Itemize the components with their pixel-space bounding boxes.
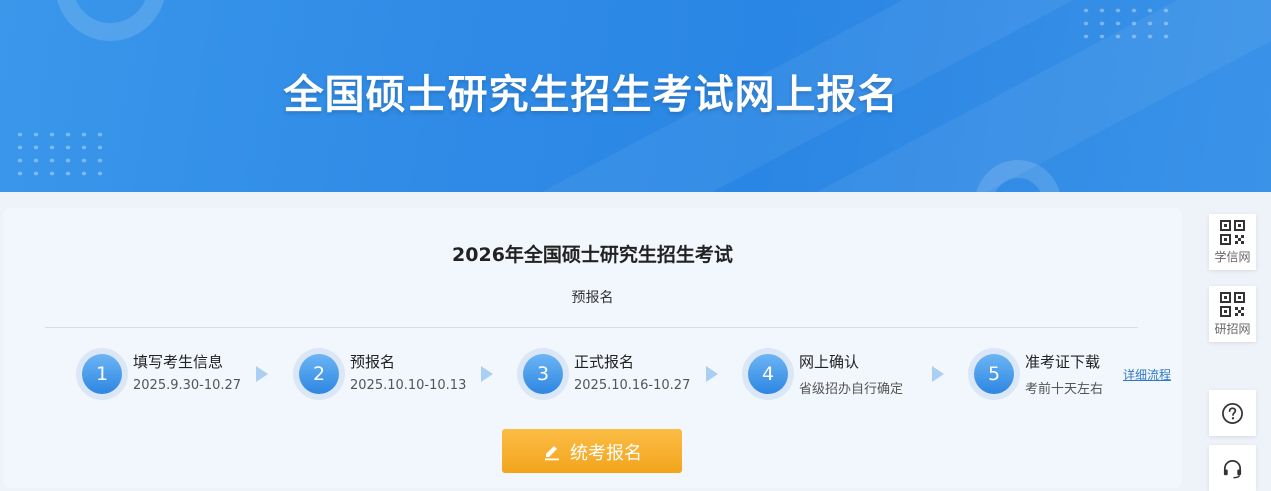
unified-exam-apply-button[interactable]: 统考报名 xyxy=(502,429,682,473)
pencil-icon xyxy=(545,446,559,461)
apply-button-label: 统考报名 xyxy=(570,443,642,464)
banner-dots-decoration xyxy=(1078,4,1176,44)
step-name: 预报名 xyxy=(350,353,396,371)
step-arrow-icon xyxy=(932,366,944,382)
help-button[interactable] xyxy=(1209,390,1256,436)
yanzhao-label: 研招网 xyxy=(1214,322,1251,336)
step-date: 2025.10.10-10.13 xyxy=(350,378,467,393)
banner-dots-decoration xyxy=(12,128,110,180)
step-arrow-icon xyxy=(481,366,493,382)
header-banner: 全国硕士研究生招生考试网上报名 xyxy=(0,0,1271,192)
step-arrow-icon xyxy=(256,366,268,382)
qr-code-icon xyxy=(1220,220,1245,245)
detailed-process-link[interactable]: 详细流程 xyxy=(1123,366,1171,383)
exam-title: 2026年全国硕士研究生招生考试 xyxy=(452,244,733,266)
step-date: 考前十天左右 xyxy=(1025,382,1104,397)
xuexin-label: 学信网 xyxy=(1214,250,1251,264)
page: 全国硕士研究生招生考试网上报名 2026年全国硕士研究生招生考试 预报名 1 填… xyxy=(0,0,1271,491)
banner-ring-decoration xyxy=(55,0,166,41)
question-icon xyxy=(1222,403,1243,424)
step-date: 2025.9.30-10.27 xyxy=(133,378,242,393)
current-stage-label: 预报名 xyxy=(571,290,614,306)
yanzhao-qr-button[interactable]: 研招网 xyxy=(1209,286,1256,342)
step-number-badge: 2 xyxy=(293,348,345,400)
step-date: 2025.10.16-10.27 xyxy=(574,378,691,393)
step-name: 填写考生信息 xyxy=(133,353,224,371)
step-date: 省级招办自行确定 xyxy=(799,382,904,397)
xuexin-qr-button[interactable]: 学信网 xyxy=(1209,214,1256,270)
step-name: 准考证下载 xyxy=(1025,353,1101,371)
step-number-badge: 4 xyxy=(742,348,794,400)
step-number-badge: 5 xyxy=(968,348,1020,400)
registration-card: 2026年全国硕士研究生招生考试 预报名 1 填写考生信息 2025.9.30-… xyxy=(3,208,1182,488)
page-title: 全国硕士研究生招生考试网上报名 xyxy=(283,72,899,118)
headset-icon xyxy=(1223,459,1242,479)
step-number-badge: 3 xyxy=(517,348,569,400)
step-name: 正式报名 xyxy=(574,353,635,371)
divider xyxy=(45,327,1138,328)
step-arrow-icon xyxy=(706,366,718,382)
customer-service-button[interactable] xyxy=(1209,445,1256,491)
step-name: 网上确认 xyxy=(799,353,860,371)
qr-code-icon xyxy=(1220,292,1245,317)
step-number-badge: 1 xyxy=(76,348,128,400)
